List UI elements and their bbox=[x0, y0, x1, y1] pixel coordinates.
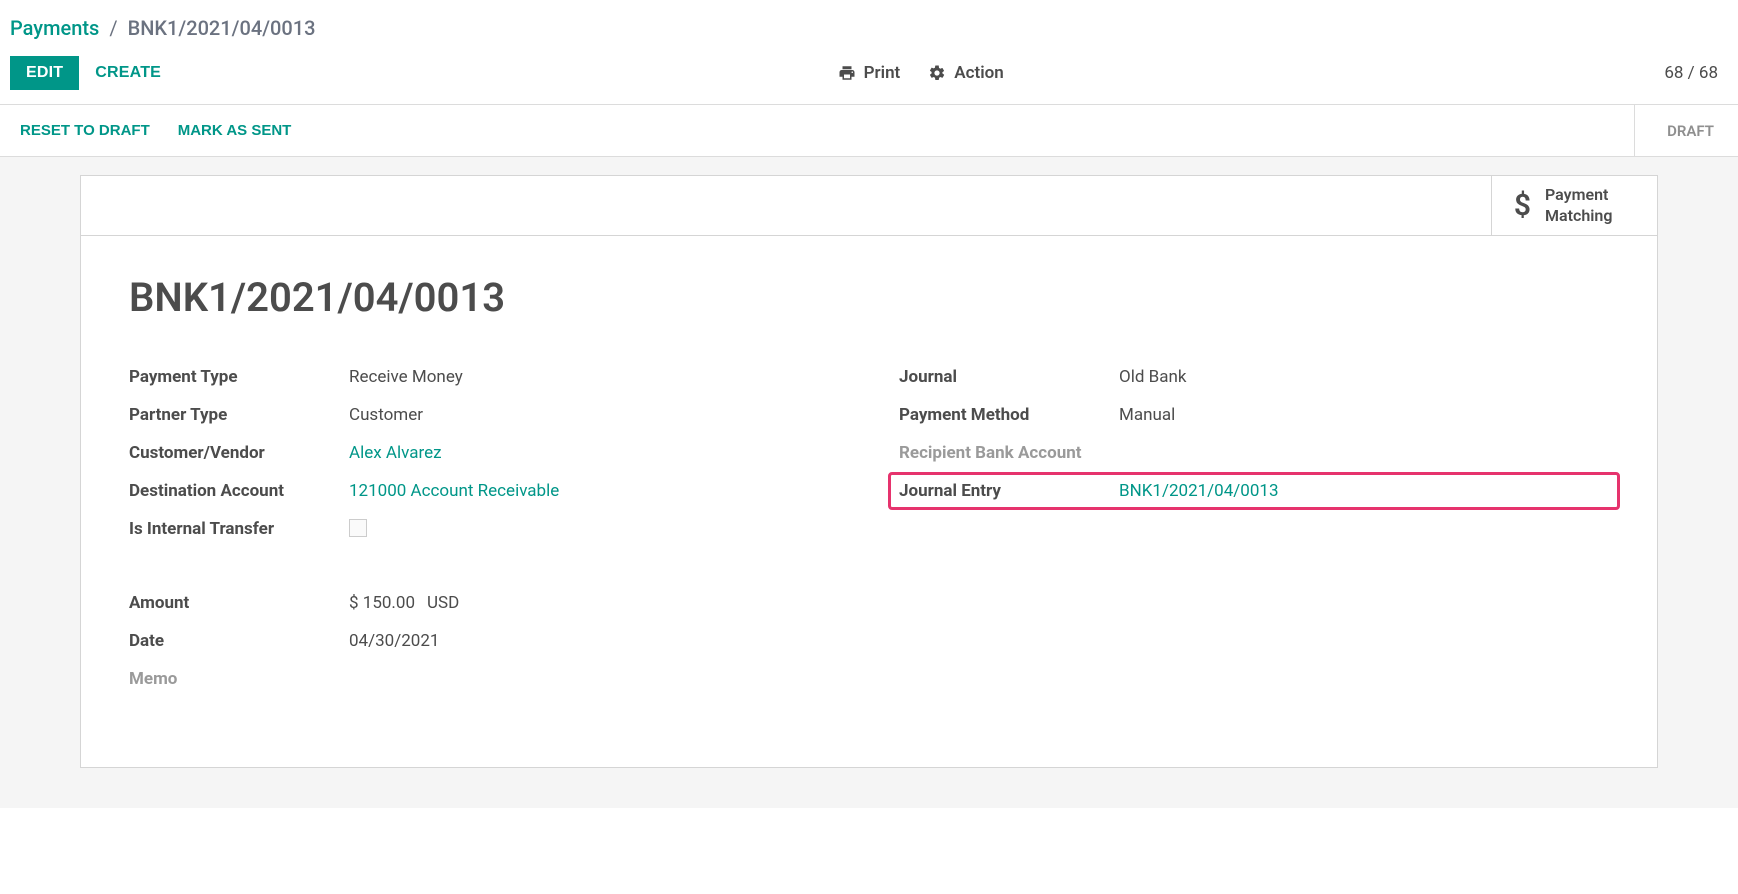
record-title: BNK1/2021/04/0013 bbox=[129, 274, 1609, 321]
internal-transfer-label: Is Internal Transfer bbox=[129, 519, 349, 539]
amount-value: $ 150.00 bbox=[349, 593, 415, 613]
print-label: Print bbox=[864, 63, 901, 83]
payment-method-label: Payment Method bbox=[899, 405, 1119, 425]
partner-type-label: Partner Type bbox=[129, 405, 349, 425]
amount-currency: USD bbox=[427, 593, 459, 613]
create-button[interactable]: Create bbox=[79, 56, 177, 90]
date-label: Date bbox=[129, 631, 349, 651]
status-badge-draft: Draft bbox=[1634, 105, 1738, 156]
partner-type-value: Customer bbox=[349, 405, 423, 425]
mark-as-sent-button[interactable]: Mark as Sent bbox=[178, 122, 292, 139]
pager[interactable]: 68 / 68 bbox=[1664, 63, 1728, 83]
status-bar: Reset to Draft Mark as Sent Draft bbox=[0, 105, 1738, 157]
destination-account-label: Destination Account bbox=[129, 481, 349, 501]
date-value: 04/30/2021 bbox=[349, 631, 439, 651]
journal-entry-highlight: Journal Entry BNK1/2021/04/0013 bbox=[888, 472, 1620, 510]
breadcrumb-current: BNK1/2021/04/0013 bbox=[128, 16, 316, 40]
customer-vendor-label: Customer/Vendor bbox=[129, 443, 349, 463]
action-button[interactable]: Action bbox=[928, 63, 1003, 83]
destination-account-link[interactable]: 121000 Account Receivable bbox=[349, 481, 559, 501]
journal-label: Journal bbox=[899, 367, 1119, 387]
payment-matching-button[interactable]: $ Payment Matching bbox=[1491, 176, 1657, 235]
action-label: Action bbox=[954, 63, 1003, 83]
journal-entry-link[interactable]: BNK1/2021/04/0013 bbox=[1119, 481, 1279, 501]
record-card: $ Payment Matching BNK1/2021/04/0013 Pay… bbox=[80, 175, 1658, 768]
payment-method-value: Manual bbox=[1119, 405, 1175, 425]
journal-value: Old Bank bbox=[1119, 367, 1186, 387]
edit-button[interactable]: Edit bbox=[10, 56, 79, 90]
left-column: Payment Type Receive Money Partner Type … bbox=[129, 367, 839, 707]
payment-type-value: Receive Money bbox=[349, 367, 463, 387]
print-button[interactable]: Print bbox=[838, 63, 901, 83]
right-column: Journal Old Bank Payment Method Manual R… bbox=[899, 367, 1609, 707]
recipient-bank-label: Recipient Bank Account bbox=[899, 443, 1119, 463]
reset-to-draft-button[interactable]: Reset to Draft bbox=[20, 122, 150, 139]
memo-label: Memo bbox=[129, 669, 349, 689]
customer-vendor-link[interactable]: Alex Alvarez bbox=[349, 443, 442, 463]
status-label: Draft bbox=[1667, 122, 1714, 140]
payment-type-label: Payment Type bbox=[129, 367, 349, 387]
internal-transfer-checkbox bbox=[349, 519, 367, 537]
dollar-icon: $ bbox=[1514, 188, 1531, 223]
breadcrumb-root-link[interactable]: Payments bbox=[10, 16, 99, 40]
amount-label: Amount bbox=[129, 593, 349, 613]
print-icon bbox=[838, 64, 856, 82]
gear-icon bbox=[928, 64, 946, 82]
toolbar: Edit Create Print Action 68 / 68 bbox=[0, 50, 1738, 105]
journal-entry-label: Journal Entry bbox=[899, 481, 1119, 501]
breadcrumb: Payments / BNK1/2021/04/0013 bbox=[0, 0, 1738, 50]
breadcrumb-separator: / bbox=[109, 16, 117, 40]
payment-matching-label: Payment Matching bbox=[1545, 185, 1635, 227]
